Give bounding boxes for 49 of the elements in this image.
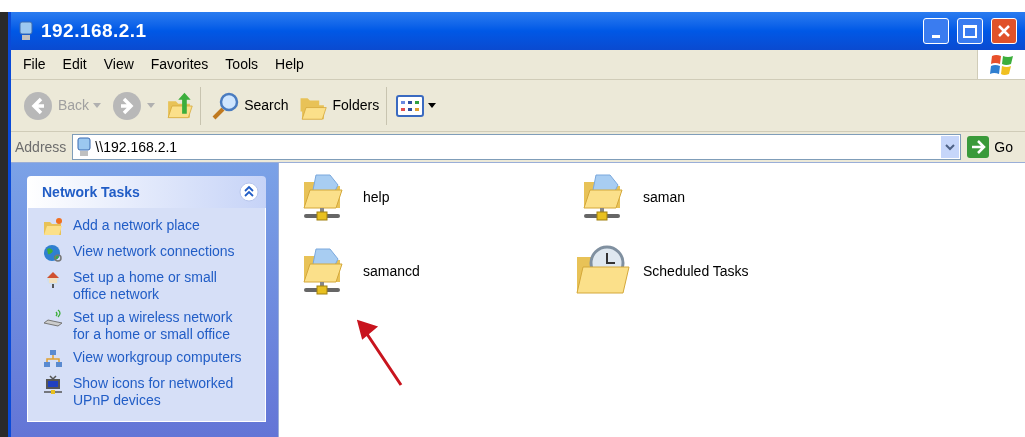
- task-link[interactable]: View workgroup computers: [73, 349, 243, 366]
- item-label[interactable]: help: [363, 186, 390, 208]
- task-link[interactable]: Show icons for networked UPnP devices: [73, 375, 243, 409]
- address-label: Address: [15, 137, 67, 157]
- network-computers-icon: [43, 349, 63, 369]
- windows-logo-icon: [988, 52, 1015, 77]
- globe-icon: [43, 243, 63, 263]
- dropdown-button[interactable]: [941, 136, 960, 158]
- task-link[interactable]: View network connections: [73, 243, 243, 260]
- dropdown-caret-icon: [428, 103, 437, 108]
- network-computer-icon: [77, 137, 92, 157]
- close-button[interactable]: [991, 18, 1017, 44]
- minimize-button[interactable]: [923, 18, 949, 44]
- shared-folder-icon: [580, 172, 626, 222]
- network-computer-icon: [19, 21, 33, 41]
- menu-item[interactable]: Help: [275, 54, 304, 75]
- menu-item[interactable]: File: [23, 54, 46, 75]
- monitor-icon: [43, 375, 63, 395]
- maximize-button[interactable]: [957, 18, 983, 44]
- dropdown-caret-icon: [147, 103, 156, 108]
- item-label[interactable]: samancd: [363, 260, 420, 282]
- folder-icon: [43, 217, 63, 237]
- address-field[interactable]: \\192.168.2.1: [72, 134, 962, 160]
- menu-item[interactable]: Tools: [225, 54, 259, 75]
- dropdown-caret-icon: [93, 103, 102, 108]
- window-title: 192.168.2.1: [41, 18, 147, 43]
- close-icon: [997, 24, 1011, 38]
- item-label[interactable]: Scheduled Tasks: [643, 260, 749, 282]
- go-button[interactable]: Go: [967, 136, 1025, 158]
- menu-item[interactable]: Edit: [62, 54, 87, 75]
- task-link[interactable]: Add a network place: [73, 217, 243, 234]
- task-link[interactable]: Set up a wireless network for a home or small office: [73, 309, 243, 343]
- panel-title: Network Tasks: [42, 182, 141, 202]
- task-panel-header[interactable]: Network Tasks: [27, 176, 266, 208]
- search-button[interactable]: Search: [207, 86, 292, 125]
- collapse-icon[interactable]: [239, 182, 259, 202]
- chevron-down-icon: [945, 143, 956, 151]
- search-icon: [210, 90, 241, 121]
- task-link[interactable]: Set up a home or small office network: [73, 269, 243, 303]
- menu-item[interactable]: View: [103, 54, 134, 75]
- folders-button[interactable]: Folders: [295, 86, 383, 125]
- shared-folder-icon: [300, 172, 346, 222]
- item-label[interactable]: saman: [643, 186, 686, 208]
- wireless-router-icon: [43, 309, 63, 329]
- shared-folder-icon: [300, 246, 346, 296]
- maximize-icon: [963, 24, 977, 38]
- views-icon: [396, 94, 425, 117]
- menu-item[interactable]: Favorites: [150, 54, 209, 75]
- minimize-icon: [932, 35, 940, 38]
